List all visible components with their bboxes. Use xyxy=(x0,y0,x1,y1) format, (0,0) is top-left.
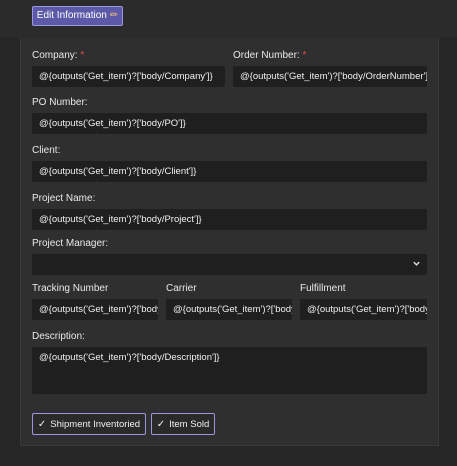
item-sold-button[interactable]: ✓ Item Sold xyxy=(151,413,215,435)
fulfillment-field[interactable]: @{outputs('Get_item')?['body/Fulfillment… xyxy=(300,299,427,320)
description-field[interactable]: @{outputs('Get_item')?['body/Description… xyxy=(32,347,427,394)
project-manager-select[interactable] xyxy=(32,254,427,275)
check-icon: ✓ xyxy=(156,418,166,430)
order-number-label: Order Number: * xyxy=(233,50,307,61)
description-label: Description: xyxy=(32,331,85,342)
tracking-number-label: Tracking Number xyxy=(32,283,109,294)
carrier-field[interactable]: @{outputs('Get_item')?['body/Carrier']} xyxy=(166,299,292,320)
shipment-inventoried-label: Shipment Inventoried xyxy=(50,418,141,430)
edit-information-button[interactable]: Edit Information ✏ xyxy=(32,6,123,26)
required-marker: * xyxy=(302,50,307,61)
shipment-inventoried-button[interactable]: ✓ Shipment Inventoried xyxy=(32,413,146,435)
client-label: Client: xyxy=(32,145,61,156)
project-name-label: Project Name: xyxy=(32,193,96,204)
tracking-number-field[interactable]: @{outputs('Get_item')?['body/Tracking']} xyxy=(32,299,158,320)
carrier-label: Carrier xyxy=(166,283,197,294)
required-marker: * xyxy=(80,50,85,61)
edit-information-label: Edit Information xyxy=(36,10,107,21)
chevron-down-icon xyxy=(412,255,421,275)
shipment-form: Company: * @{outputs('Get_item')?['body/… xyxy=(20,38,439,446)
check-icon: ✓ xyxy=(37,418,47,430)
fulfillment-label: Fulfillment xyxy=(300,283,346,294)
po-number-label: PO Number: xyxy=(32,97,88,108)
order-number-field[interactable]: @{outputs('Get_item')?['body/OrderNumber… xyxy=(233,66,427,87)
project-name-field[interactable]: @{outputs('Get_item')?['body/Project']} xyxy=(32,209,427,230)
pencil-icon: ✏ xyxy=(109,10,119,21)
top-bar: Edit Information ✏ xyxy=(0,0,457,38)
company-field[interactable]: @{outputs('Get_item')?['body/Company']} xyxy=(32,66,225,87)
project-manager-label: Project Manager: xyxy=(32,238,109,249)
item-sold-label: Item Sold xyxy=(169,418,210,430)
company-label: Company: * xyxy=(32,50,85,61)
po-number-field[interactable]: @{outputs('Get_item')?['body/PO']} xyxy=(32,113,427,134)
client-field[interactable]: @{outputs('Get_item')?['body/Client']} xyxy=(32,161,427,182)
